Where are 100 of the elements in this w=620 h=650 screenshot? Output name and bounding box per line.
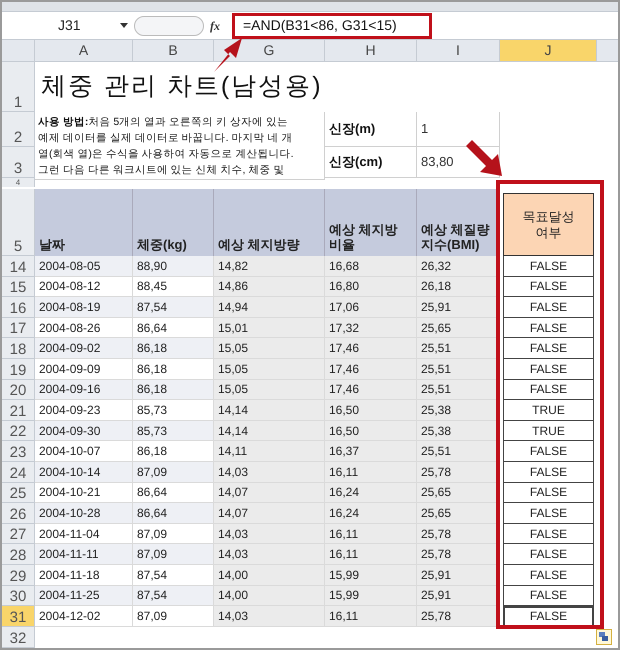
table-cell: 14,03 [214,544,325,565]
result-cell[interactable]: FALSE [503,564,594,586]
row-header[interactable]: 25 [2,482,35,504]
row-header[interactable]: 32 [2,626,35,648]
table-cell: 2004-10-07 [35,441,133,462]
result-cell[interactable]: FALSE [503,482,594,504]
row-header[interactable]: 16 [2,297,35,318]
table-cell: 17,46 [325,380,417,400]
result-cell[interactable]: TRUE [503,400,594,421]
row-header[interactable]: 14 [2,256,35,277]
row-header[interactable]: 3 [2,147,35,178]
result-cell[interactable]: TRUE [503,420,594,442]
result-cell[interactable]: FALSE [503,256,594,277]
row-header[interactable]: 21 [2,400,35,421]
height-value[interactable]: 1 [421,119,428,139]
table-cell: 2004-10-28 [35,503,133,524]
formula-field[interactable]: =AND(B31<86, G31<15) [232,12,432,38]
row-header[interactable]: 19 [2,358,35,380]
table-cell: 2004-11-18 [35,564,133,586]
result-cell[interactable]: FALSE [503,297,594,318]
table-cell: 87,09 [133,544,214,565]
row-header[interactable]: 17 [2,318,35,338]
table-cell: 85,73 [133,420,214,442]
column-title: 날짜 [35,189,133,256]
table-cell: 2004-11-11 [35,544,133,565]
height-label: 신장(m) [325,112,417,147]
row-header[interactable]: 4 [2,178,35,187]
sheet-title: 체중 관리 차트(남성용) [40,71,323,102]
row-header[interactable]: 1 [2,62,35,112]
row-header[interactable]: 2 [2,112,35,147]
row-header[interactable]: 31 [2,606,35,627]
table-cell: 14,03 [214,462,325,483]
table-cell: 2004-08-19 [35,297,133,318]
row-header[interactable]: 29 [2,564,35,586]
table-cell: 2004-08-12 [35,276,133,298]
row-header[interactable]: 26 [2,503,35,524]
result-cell[interactable]: FALSE [503,318,594,338]
column-title: 예상 체지방량 [214,189,325,256]
table-cell: 17,32 [325,318,417,338]
result-cell[interactable]: FALSE [503,503,594,524]
table-cell: 14,07 [214,503,325,524]
column-title: 체중(kg) [133,189,214,256]
row-header[interactable]: 27 [2,524,35,544]
table-cell: 16,11 [325,606,417,627]
result-cell[interactable]: FALSE [503,338,594,359]
table-cell: 16,11 [325,544,417,565]
result-cell[interactable]: FALSE [503,276,594,298]
table-cell: 15,99 [325,564,417,586]
dropdown-caret-icon[interactable] [120,23,128,28]
result-cell[interactable]: FALSE [503,380,594,400]
table-cell: 87,09 [133,524,214,544]
table-cell: 87,09 [133,606,214,627]
result-cell[interactable]: FALSE [503,586,594,606]
table-cell: 87,54 [133,586,214,606]
table-cell: 86,64 [133,482,214,504]
table-cell: 86,18 [133,441,214,462]
table-cell: 86,18 [133,358,214,380]
column-header[interactable]: J [500,40,597,61]
table-cell: 87,54 [133,297,214,318]
table-cell: 88,45 [133,276,214,298]
table-cell: 16,68 [325,256,417,277]
table-cell: 87,54 [133,564,214,586]
result-cell[interactable]: FALSE [503,606,594,627]
splitter-handle[interactable] [134,16,204,36]
table-cell: 14,07 [214,482,325,504]
table-cell: 86,64 [133,318,214,338]
result-cell[interactable]: FALSE [503,441,594,462]
paste-options-icon[interactable] [596,629,612,645]
row-header[interactable]: 24 [2,462,35,483]
row-header[interactable]: 15 [2,276,35,298]
result-cell[interactable]: FALSE [503,462,594,483]
row-header[interactable]: 5 [2,189,35,256]
table-cell: 16,50 [325,400,417,421]
table-cell: 14,11 [214,441,325,462]
result-cell[interactable]: FALSE [503,358,594,380]
result-cell[interactable]: FALSE [503,524,594,544]
table-cell: 2004-09-02 [35,338,133,359]
result-cell[interactable]: FALSE [503,544,594,565]
row-header[interactable]: 22 [2,420,35,442]
table-cell: 16,24 [325,482,417,504]
row-header[interactable]: 28 [2,544,35,565]
table-cell: 2004-09-16 [35,380,133,400]
table-cell: 16,24 [325,503,417,524]
row-header[interactable]: 18 [2,338,35,359]
table-cell: 14,14 [214,420,325,442]
name-box[interactable]: J31 [2,14,120,36]
column-title: 예상 체지방 비율 [325,189,417,256]
row-header[interactable]: 23 [2,441,35,462]
table-cell: 2004-10-14 [35,462,133,483]
height-value[interactable]: 83,80 [421,152,454,172]
table-cell: 17,46 [325,338,417,359]
row-header[interactable]: 20 [2,380,35,400]
function-button[interactable]: fx [210,16,220,34]
table-cell: 16,11 [325,524,417,544]
table-cell: 2004-11-25 [35,586,133,606]
table-cell: 15,99 [325,586,417,606]
table-cell: 2004-08-26 [35,318,133,338]
table-cell: 86,18 [133,338,214,359]
row-header[interactable]: 30 [2,586,35,606]
table-cell: 2004-09-23 [35,400,133,421]
